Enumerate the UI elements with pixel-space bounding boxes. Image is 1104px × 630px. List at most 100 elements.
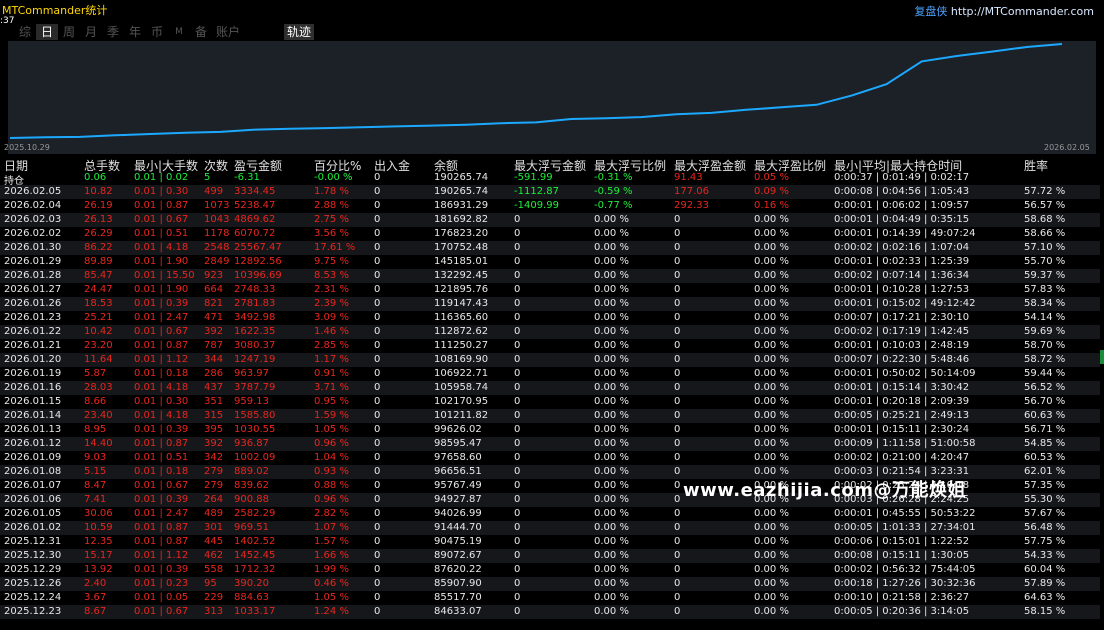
- table-row[interactable]: 2026.01.19 5.87 0.01 | 0.18 286 963.97 0.91 %…: [0, 367, 1100, 381]
- table-row[interactable]: 2026.01.02 10.59 0.01 | 0.87 301 969.51 1.07 …: [0, 521, 1100, 535]
- cell-hold-time: 0:00:02 | 0:02:16 | 1:07:04: [834, 242, 970, 253]
- position-minmax: 0.01 | 0.02: [134, 172, 189, 183]
- cell-pct: 3.56 %: [314, 228, 349, 239]
- table-row[interactable]: 2026.01.15 8.66 0.01 | 0.30 351 959.13 0.95 %…: [0, 395, 1100, 409]
- cell-balance: 105958.74: [434, 382, 489, 393]
- cell-count: 351: [204, 396, 224, 407]
- cell-max-float-profit: 0: [674, 270, 681, 281]
- cell-max-float-profit-pct: 0.00 %: [754, 522, 789, 533]
- cell-io: 0: [374, 242, 381, 253]
- cell-pnl: 12892.56: [234, 256, 282, 267]
- table-row[interactable]: 2026.01.21 23.20 0.01 | 0.87 787 3080.37 2.85…: [0, 339, 1100, 353]
- table-row[interactable]: 2025.12.31 12.35 0.01 | 0.87 445 1402.52 1.57…: [0, 535, 1100, 549]
- cell-max-float-profit-pct: 0.00 %: [754, 578, 789, 589]
- table-row[interactable]: 2026.01.30 86.22 0.01 | 4.18 2548 25567.47 17…: [0, 241, 1100, 255]
- time-label: :37: [0, 16, 15, 26]
- cell-io: 0: [374, 592, 381, 603]
- cell-win-rate: 59.69 %: [1024, 326, 1066, 337]
- table-row[interactable]: 2026.01.12 14.40 0.01 | 0.87 392 936.87 0.96 …: [0, 437, 1100, 451]
- cell-io: 0: [374, 298, 381, 309]
- cell-max-float-loss: 0: [514, 228, 521, 239]
- cell-pct: 1.59 %: [314, 410, 349, 421]
- table-row[interactable]: 2026.02.02 26.29 0.01 | 0.51 1178 6070.72 3.5…: [0, 227, 1100, 241]
- tab-m[interactable]: M: [168, 24, 190, 40]
- position-pct: -0.00 %: [314, 172, 353, 183]
- brand-url[interactable]: http://MTCommander.com: [951, 5, 1094, 18]
- tab-notes[interactable]: 备: [190, 24, 212, 40]
- cell-max-float-profit: 0: [674, 326, 681, 337]
- tab-account[interactable]: 账户: [212, 24, 244, 40]
- brand-name[interactable]: 复盘侠: [914, 5, 947, 18]
- table-row[interactable]: 2026.01.14 23.40 0.01 | 4.18 315 1585.80 1.59…: [0, 409, 1100, 423]
- cell-max-float-loss: 0: [514, 354, 521, 365]
- table-row[interactable]: 2026.01.20 11.64 0.01 | 1.12 344 1247.19 1.17…: [0, 353, 1100, 367]
- tab-month[interactable]: 月: [80, 24, 102, 40]
- cell-max-float-profit: 0: [674, 592, 681, 603]
- cell-max-float-loss: 0: [514, 508, 521, 519]
- table-row[interactable]: 2025.12.23 8.67 0.01 | 0.67 313 1033.17 1.24 …: [0, 605, 1100, 619]
- table-row[interactable]: 2026.02.04 26.19 0.01 | 0.87 1073 5238.47 2.8…: [0, 199, 1100, 213]
- cell-max-float-profit-pct: 0.00 %: [754, 536, 789, 547]
- tab-track[interactable]: 轨迹: [284, 24, 314, 40]
- tab-overview[interactable]: 综: [14, 24, 36, 40]
- table-row[interactable]: 2026.01.23 25.21 0.01 | 2.47 471 3492.98 3.09…: [0, 311, 1100, 325]
- table-row[interactable]: 2025.12.26 2.40 0.01 | 0.23 95 390.20 0.46 % 0…: [0, 577, 1100, 591]
- cell-count: 489: [204, 508, 224, 519]
- table-row[interactable]: 2026.01.22 10.42 0.01 | 0.67 392 1622.35 1.46…: [0, 325, 1100, 339]
- cell-io: 0: [374, 494, 381, 505]
- cell-io: 0: [374, 578, 381, 589]
- cell-max-float-profit-pct: 0.00 %: [754, 312, 789, 323]
- cell-minmax: 0.01 | 4.18: [134, 382, 189, 393]
- cell-count: 279: [204, 480, 224, 491]
- table-row[interactable]: 2026.02.05 10.82 0.01 | 0.30 499 3334.45 1.78…: [0, 185, 1100, 199]
- table-row[interactable]: 2026.01.28 85.47 0.01 | 15.50 923 10396.69 8.…: [0, 269, 1100, 283]
- cell-io: 0: [374, 340, 381, 351]
- cell-hold-time: 0:00:01 | 0:14:39 | 49:07:24: [834, 228, 976, 239]
- cell-date: 2026.01.06: [4, 494, 62, 505]
- tab-currency[interactable]: 币: [146, 24, 168, 40]
- tab-week[interactable]: 周: [58, 24, 80, 40]
- cell-pnl: 5238.47: [234, 200, 276, 211]
- cell-pnl: 1585.80: [234, 410, 276, 421]
- cell-max-float-profit: 0: [674, 298, 681, 309]
- cell-max-float-profit: 0: [674, 438, 681, 449]
- position-row[interactable]: 持仓 0.06 0.01 | 0.02 5 -6.31 -0.00 % 0 19…: [0, 171, 1100, 187]
- table-row[interactable]: 2025.12.29 13.92 0.01 | 0.39 558 1712.32 1.99…: [0, 563, 1100, 577]
- tab-day[interactable]: 日: [36, 24, 58, 40]
- cell-io: 0: [374, 228, 381, 239]
- table-row[interactable]: 2026.01.13 8.95 0.01 | 0.39 395 1030.55 1.05 …: [0, 423, 1100, 437]
- table-row[interactable]: 2025.12.30 15.17 0.01 | 1.12 462 1452.45 1.66…: [0, 549, 1100, 563]
- tab-quarter[interactable]: 季: [102, 24, 124, 40]
- cell-date: 2026.02.05: [4, 186, 62, 197]
- cell-lots: 11.64: [84, 354, 113, 365]
- cell-max-float-profit: 0: [674, 452, 681, 463]
- table-row[interactable]: 2026.01.05 30.06 0.01 | 2.47 489 2582.29 2.82…: [0, 507, 1100, 521]
- table-row[interactable]: 2026.01.09 9.03 0.01 | 0.51 342 1002.09 1.04 …: [0, 451, 1100, 465]
- cell-io: 0: [374, 256, 381, 267]
- cell-max-float-loss-pct: 0.00 %: [594, 592, 629, 603]
- cell-minmax: 0.01 | 0.39: [134, 564, 189, 575]
- cell-max-float-loss-pct: 0.00 %: [594, 452, 629, 463]
- table-row[interactable]: 2025.12.24 3.67 0.01 | 0.05 229 884.63 1.05 %…: [0, 591, 1100, 605]
- table-row[interactable]: 2026.01.29 89.89 0.01 | 1.90 2849 12892.56 9.…: [0, 255, 1100, 269]
- cell-count: 462: [204, 550, 224, 561]
- cell-hold-time: 0:00:01 | 0:10:28 | 1:27:53: [834, 284, 970, 295]
- table-row[interactable]: 2026.01.27 24.47 0.01 | 1.90 664 2748.33 2.31…: [0, 283, 1100, 297]
- cell-minmax: 0.01 | 0.05: [134, 592, 189, 603]
- cell-minmax: 0.01 | 0.39: [134, 424, 189, 435]
- cell-max-float-loss-pct: 0.00 %: [594, 354, 629, 365]
- tab-year[interactable]: 年: [124, 24, 146, 40]
- cell-max-float-loss: 0: [514, 466, 521, 477]
- cell-max-float-profit-pct: 0.00 %: [754, 396, 789, 407]
- cell-win-rate: 58.72 %: [1024, 354, 1066, 365]
- table-row[interactable]: 2026.01.26 18.53 0.01 | 0.39 821 2781.83 2.39…: [0, 297, 1100, 311]
- cell-max-float-profit: 0: [674, 536, 681, 547]
- cell-max-float-loss-pct: -0.77 %: [594, 200, 633, 211]
- cell-pct: 0.96 %: [314, 494, 349, 505]
- cell-pnl: 1712.32: [234, 564, 276, 575]
- cell-lots: 26.19: [84, 200, 113, 211]
- cell-count: 1178: [204, 228, 230, 239]
- table-row[interactable]: 2026.01.16 28.03 0.01 | 4.18 437 3787.79 3.71…: [0, 381, 1100, 395]
- cell-minmax: 0.01 | 2.47: [134, 312, 189, 323]
- table-row[interactable]: 2026.02.03 26.13 0.01 | 0.67 1043 4869.62 2.7…: [0, 213, 1100, 227]
